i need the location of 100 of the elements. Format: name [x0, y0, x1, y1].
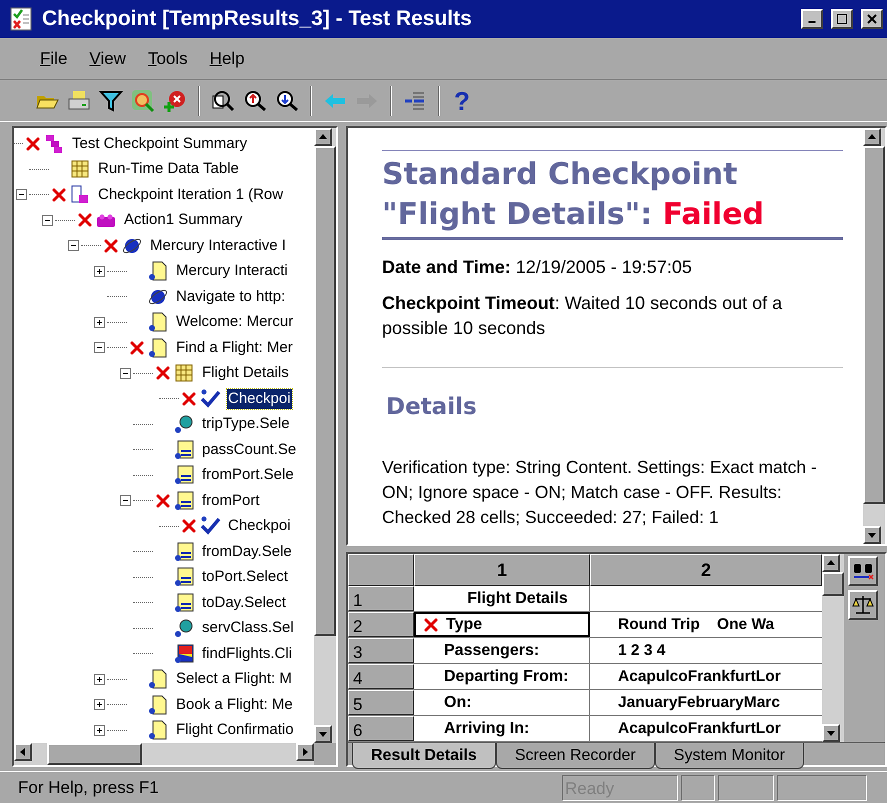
table-cell[interactable]: Departing From:	[414, 664, 590, 689]
menu-item[interactable]: File	[40, 46, 68, 72]
tree-item[interactable]: Mercury Interacti	[175, 261, 289, 282]
row-header[interactable]: 6	[348, 716, 414, 741]
tree-item[interactable]: Checkpoi	[227, 516, 292, 536]
collapse-icon[interactable]	[120, 495, 131, 506]
tab[interactable]: System Monitor	[654, 743, 804, 769]
grid-corner[interactable]	[348, 554, 414, 586]
expand-icon[interactable]	[94, 724, 105, 736]
row-header[interactable]: 2	[348, 612, 414, 637]
vertical-scrollbar[interactable]	[314, 128, 336, 743]
collapse-icon[interactable]	[68, 240, 79, 252]
tree-item[interactable]: Welcome: Mercur	[175, 312, 294, 332]
tree-item[interactable]: Flight Details	[201, 363, 290, 384]
collapse-icon[interactable]	[42, 214, 53, 226]
tree-item[interactable]: Checkpoi	[227, 388, 292, 409]
table-cell[interactable]: Flight Details	[414, 586, 590, 611]
table-cell[interactable]: JanuaryFebruaryMarc	[590, 690, 822, 715]
scroll-up-button[interactable]	[822, 554, 840, 572]
help-button[interactable]: ?	[450, 88, 474, 114]
scroll-down-button[interactable]	[822, 724, 840, 742]
scroll-left-button[interactable]	[14, 743, 32, 761]
tree-item[interactable]: fromPort	[201, 490, 261, 511]
table-cell[interactable]: On:	[414, 690, 590, 715]
list-icon	[173, 592, 195, 614]
row-header[interactable]: 5	[348, 690, 414, 715]
tree-item[interactable]: toDay.Select	[201, 592, 287, 613]
horizontal-scrollbar[interactable]	[14, 743, 336, 765]
window-title: Checkpoint [TempResults_3] - Test Results	[42, 6, 473, 32]
tree-item[interactable]: Navigate to http:	[175, 286, 286, 307]
row-header[interactable]: 4	[348, 664, 414, 689]
column-header[interactable]: 1	[414, 554, 590, 586]
close-button[interactable]	[861, 9, 883, 29]
vertical-scrollbar[interactable]	[822, 554, 844, 742]
binoculars-icon	[852, 561, 874, 581]
tree-item[interactable]: Action1 Summary	[123, 210, 244, 230]
tree-item[interactable]: fromDay.Sele	[201, 542, 293, 562]
menu-item[interactable]: View	[89, 46, 126, 72]
menu-item[interactable]: Tools	[148, 46, 188, 72]
table-cell[interactable]: Passengers:	[414, 638, 590, 663]
expand-icon[interactable]	[94, 699, 105, 710]
tree-item[interactable]: findFlights.Cli	[201, 644, 294, 664]
document-icon	[147, 311, 169, 334]
table-cell[interactable]: AcapulcoFrankfurtLor	[590, 716, 822, 741]
expand-icon[interactable]	[94, 674, 105, 685]
close-icon	[867, 14, 877, 24]
tree-item[interactable]: Test Checkpoint Summary	[71, 134, 248, 154]
table-cell[interactable]: Round Trip One Wa	[590, 612, 822, 637]
tree-item[interactable]: Find a Flight: Mer	[175, 338, 294, 358]
grid-icon	[173, 362, 195, 384]
minimize-icon	[808, 21, 816, 23]
tree-item[interactable]: tripType.Sele	[201, 414, 291, 434]
tree-item[interactable]: Run-Time Data Table	[97, 159, 240, 180]
collapse-icon[interactable]	[94, 342, 105, 354]
scales-button[interactable]	[848, 590, 878, 620]
tree-item[interactable]: servClass.Sel	[201, 618, 295, 638]
details-text: Verification type: String Content. Settings: Exact match - ON; Ignore space - ON; Match case - OFF. Results: Checked 28 cells; Succeeded: 27; Failed: 1	[382, 456, 818, 528]
tree-item[interactable]: passCount.Se	[201, 440, 298, 460]
binoculars-button[interactable]	[848, 556, 878, 586]
scroll-down-button[interactable]	[314, 725, 332, 743]
tab[interactable]: Result Details	[352, 743, 496, 769]
page-cube-icon	[69, 184, 91, 206]
collapse-icon[interactable]	[120, 368, 131, 379]
tree-item[interactable]: Checkpoint Iteration 1 (Row	[97, 184, 284, 205]
tree-item[interactable]: fromPort.Sele	[201, 465, 295, 486]
column-header[interactable]: 2	[590, 554, 822, 586]
triangle-icon	[301, 748, 309, 756]
scroll-down-button[interactable]	[863, 526, 881, 544]
row-header[interactable]: 1	[348, 586, 414, 611]
triangle-icon	[827, 559, 835, 567]
minimize-button[interactable]	[801, 9, 823, 29]
scroll-right-button[interactable]	[296, 743, 314, 761]
scroll-thumb[interactable]	[822, 572, 844, 596]
tree-item[interactable]: Flight Confirmatio	[175, 720, 295, 740]
date-time-text: Date and Time: 12/19/2005 - 19:57:05	[382, 256, 693, 279]
list-icon	[173, 540, 195, 563]
collapse-icon[interactable]	[16, 189, 27, 200]
row-header[interactable]: 3	[348, 638, 414, 663]
menu-item[interactable]: Help	[210, 46, 245, 72]
table-cell[interactable]: 1 2 3 4	[590, 638, 822, 663]
status-text: For Help, press F1	[18, 776, 160, 799]
tree-item[interactable]: Mercury Interactive I	[149, 236, 287, 256]
table-cell[interactable]: Type	[414, 612, 590, 637]
table-cell[interactable]: Arriving In:	[414, 716, 590, 741]
scroll-up-button[interactable]	[314, 128, 332, 146]
maximize-button[interactable]	[831, 9, 853, 29]
document-icon	[147, 719, 169, 742]
tree-item[interactable]: Select a Flight: M	[175, 669, 293, 690]
expand-icon[interactable]	[94, 266, 105, 277]
table-cell[interactable]: AcapulcoFrankfurtLor	[590, 664, 822, 689]
scroll-thumb[interactable]	[47, 743, 142, 765]
list-icon	[173, 464, 195, 486]
status-panel	[718, 774, 774, 800]
magnifier-icon[interactable]	[130, 88, 156, 114]
tree-item[interactable]: Book a Flight: Me	[175, 694, 294, 715]
tab[interactable]: Screen Recorder	[496, 743, 655, 769]
scroll-up-button[interactable]	[863, 128, 881, 146]
tree-item[interactable]: toPort.Select	[201, 567, 289, 588]
expand-icon[interactable]	[94, 316, 105, 328]
scroll-thumb[interactable]	[314, 146, 336, 636]
